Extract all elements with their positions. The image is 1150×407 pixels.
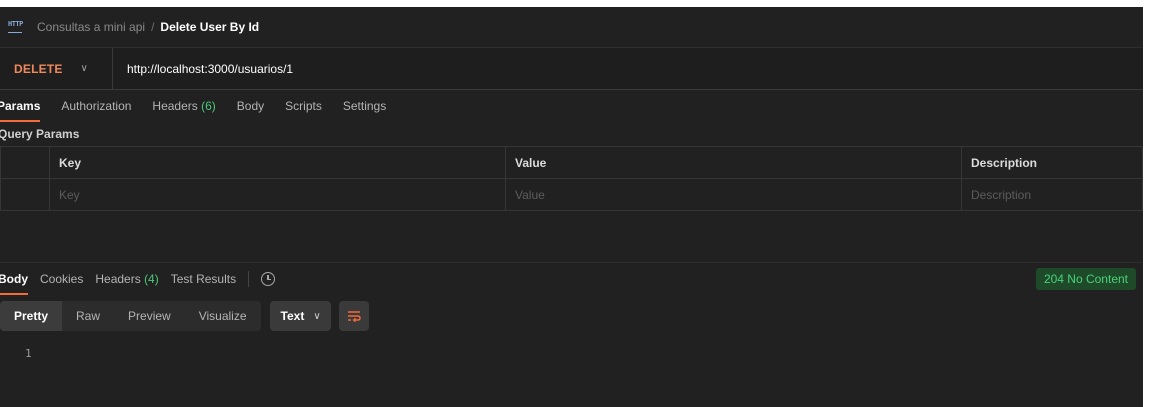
table-header-row: Key Value Description: [0, 146, 1143, 179]
checkbox-column-header: [0, 146, 50, 179]
response-tab-headers-label: Headers: [95, 271, 141, 286]
postman-request-panel: HTTP Consultas a mini api / Delete User …: [0, 7, 1143, 407]
format-pretty[interactable]: Pretty: [0, 301, 63, 331]
scrollbar[interactable]: [1143, 0, 1150, 407]
response-tab-headers[interactable]: Headers (4): [95, 263, 158, 295]
url-input[interactable]: http://localhost:3000/usuarios/1: [113, 62, 293, 76]
status-badge: 204 No Content: [1035, 268, 1136, 290]
chevron-down-icon: ∨: [80, 63, 88, 74]
tab-headers-label: Headers: [152, 99, 198, 113]
line-number: 1: [25, 347, 32, 360]
column-key: Key: [49, 146, 506, 179]
row-checkbox[interactable]: [0, 178, 50, 211]
query-params-table: Key Value Description Key Value Descript…: [0, 146, 1143, 211]
response-tab-body[interactable]: Body: [0, 263, 28, 295]
format-preview[interactable]: Preview: [114, 301, 185, 331]
wrap-lines-button[interactable]: [338, 301, 369, 331]
divider: [248, 270, 250, 287]
format-raw[interactable]: Raw: [62, 301, 114, 331]
column-description: Description: [961, 146, 1143, 179]
response-body-toolbar: Pretty Raw Preview Visualize Text ∨: [0, 301, 369, 331]
response-tab-headers-count: (4): [144, 271, 159, 286]
tab-authorization[interactable]: Authorization: [61, 90, 131, 122]
request-bar: DELETE ∨ http://localhost:3000/usuarios/…: [0, 48, 1143, 90]
tab-headers[interactable]: Headers (6): [152, 90, 215, 122]
table-row: Key Value Description: [0, 178, 1143, 211]
method-selector[interactable]: DELETE ∨: [0, 48, 113, 89]
wrap-lines-icon: [347, 311, 361, 322]
tab-scripts[interactable]: Scripts: [285, 90, 322, 122]
tab-body[interactable]: Body: [237, 90, 264, 122]
breadcrumb-request-name[interactable]: Delete User By Id: [160, 20, 259, 34]
breadcrumb: HTTP Consultas a mini api / Delete User …: [0, 7, 1143, 48]
tab-settings[interactable]: Settings: [343, 90, 386, 122]
response-tab-cookies[interactable]: Cookies: [40, 263, 83, 295]
breadcrumb-collection[interactable]: Consultas a mini api: [37, 20, 145, 34]
http-request-icon: HTTP: [8, 21, 23, 33]
response-tabs: Body Cookies Headers (4) Test Results 20…: [0, 262, 1143, 295]
request-tabs: Params Authorization Headers (6) Body Sc…: [0, 90, 1143, 122]
description-input[interactable]: Description: [961, 178, 1143, 211]
value-input[interactable]: Value: [505, 178, 962, 211]
query-params-title: Query Params: [0, 127, 80, 141]
body-type-select[interactable]: Text ∨: [269, 301, 331, 331]
key-input[interactable]: Key: [49, 178, 506, 211]
body-type-label: Text: [280, 309, 305, 323]
format-tabs: Pretty Raw Preview Visualize: [0, 301, 261, 331]
format-visualize[interactable]: Visualize: [185, 301, 261, 331]
chevron-down-icon: ∨: [313, 310, 321, 322]
response-tab-test-results[interactable]: Test Results: [171, 263, 236, 295]
tab-params[interactable]: Params: [0, 90, 41, 122]
tab-headers-count: (6): [201, 99, 216, 113]
history-icon[interactable]: [261, 271, 276, 286]
method-label: DELETE: [14, 61, 63, 76]
column-value: Value: [505, 146, 962, 179]
breadcrumb-separator: /: [151, 20, 155, 34]
